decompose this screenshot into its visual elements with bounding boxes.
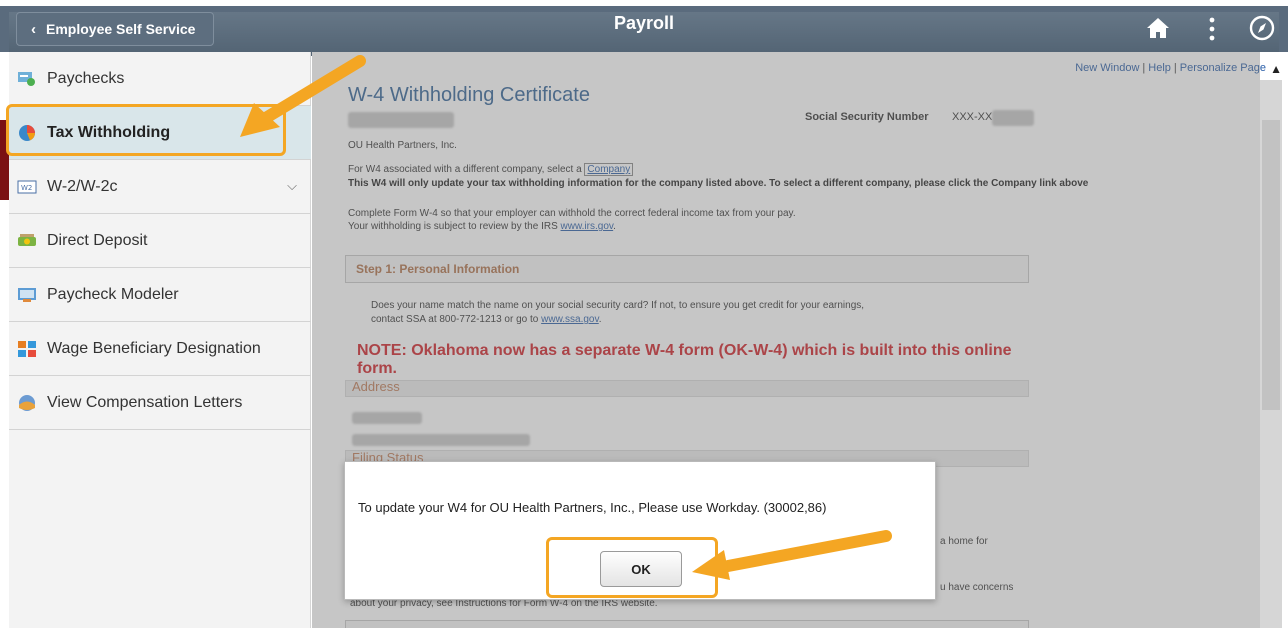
sidebar-item-paycheck-modeler[interactable]: Paycheck Modeler [9,268,311,322]
sidebar-item-label: Wage Beneficiary Designation [47,339,261,357]
w2-form-icon: W2 [17,178,37,196]
sidebar-item-label: W-2/W-2c [47,177,118,195]
sidebar-item-paychecks[interactable]: Paychecks [9,52,311,106]
beneficiary-icon [17,340,37,358]
sidebar-item-wage-beneficiary[interactable]: Wage Beneficiary Designation [9,322,311,376]
caret-up-icon[interactable]: ▲ [1270,62,1282,76]
chevron-down-icon[interactable]: ⌵ [287,178,297,194]
sidebar-item-label: Paycheck Modeler [47,285,179,303]
highlight-tax-withholding [6,104,286,156]
letters-icon [17,394,37,412]
sidebar-item-label: View Compensation Letters [47,393,243,411]
highlight-ok-button [546,537,718,598]
money-icon [17,232,37,250]
sidebar-item-compensation-letters[interactable]: View Compensation Letters [9,376,311,430]
more-options-icon[interactable] [1208,16,1216,42]
paycheck-icon [17,70,37,88]
scrollbar-thumb[interactable] [1262,120,1280,410]
page-title: Payroll [613,13,675,33]
home-icon[interactable] [1145,16,1171,40]
compass-icon[interactable] [1248,14,1276,42]
sidebar-item-label: Paychecks [47,69,125,87]
modeler-icon [17,286,37,304]
dialog-message: To update your W4 for OU Health Partners… [358,500,827,515]
sidebar-item-w2[interactable]: W2 W-2/W-2c ⌵ [9,160,311,214]
svg-text:W2: W2 [21,184,32,192]
sidebar-item-label: Direct Deposit [47,231,148,249]
sidebar-item-direct-deposit[interactable]: Direct Deposit [9,214,311,268]
